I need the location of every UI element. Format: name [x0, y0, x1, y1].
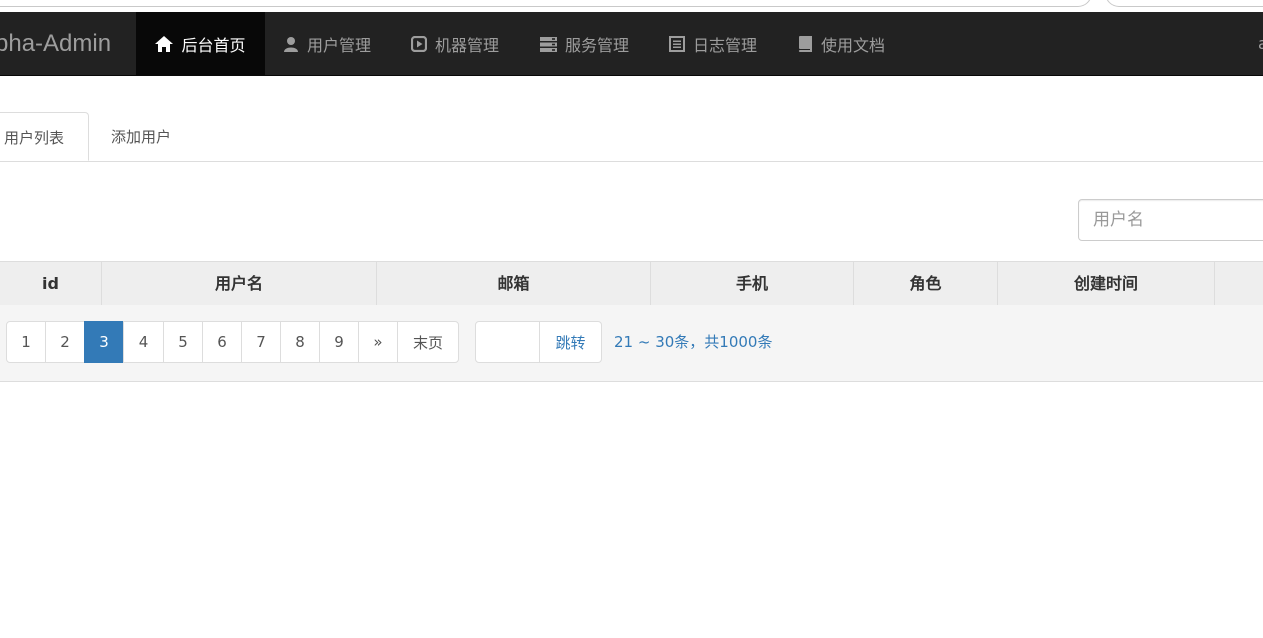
nav-item-machines[interactable]: 机器管理	[411, 12, 499, 75]
server-icon	[540, 36, 557, 52]
nav-item-logs[interactable]: 日志管理	[669, 12, 757, 75]
search-input[interactable]	[1078, 199, 1263, 241]
nav-item-users[interactable]: 用户管理	[283, 12, 371, 75]
nav-item-docs[interactable]: 使用文档	[798, 12, 885, 75]
column-header-email[interactable]: 邮箱	[377, 262, 651, 305]
next-page-button[interactable]: »	[358, 321, 398, 363]
browser-chrome-edge	[0, 0, 1263, 12]
book-icon	[798, 35, 812, 52]
page-button-6[interactable]: 6	[202, 321, 242, 363]
page-jump-group: 跳转	[475, 321, 602, 363]
page-button-5[interactable]: 5	[163, 321, 203, 363]
user-menu-trigger[interactable]: a	[1258, 12, 1263, 75]
page-button-8[interactable]: 8	[280, 321, 320, 363]
nav-item-services[interactable]: 服务管理	[540, 12, 629, 75]
table-footer: 1 2 3 4 5 6 7 8 9 » 末页 跳转 21 ~ 30条，共1000…	[0, 305, 1263, 382]
page-button-2[interactable]: 2	[45, 321, 85, 363]
column-header-phone[interactable]: 手机	[651, 262, 854, 305]
column-header-created-time[interactable]: 创建时间	[998, 262, 1215, 305]
column-header-username[interactable]: 用户名	[102, 262, 377, 305]
nav-item-label: 用户管理	[307, 35, 372, 55]
list-alt-icon	[669, 35, 685, 52]
page-jump-button[interactable]: 跳转	[540, 321, 602, 363]
brand-title[interactable]: pha-Admin	[0, 12, 111, 75]
tab-user-list[interactable]: 用户列表	[0, 112, 89, 161]
column-header-id[interactable]: id	[0, 262, 102, 305]
pagination-info: 21 ~ 30条，共1000条	[614, 333, 773, 351]
browser-tab-edge-2	[1105, 0, 1263, 7]
nav-item-label: 后台首页	[181, 35, 246, 55]
column-header-role[interactable]: 角色	[854, 262, 998, 305]
browser-tab-edge	[0, 0, 1092, 7]
page-button-7[interactable]: 7	[241, 321, 281, 363]
user-icon	[284, 36, 298, 52]
page-button-1[interactable]: 1	[6, 321, 46, 363]
nav-item-home[interactable]: 后台首页	[136, 12, 265, 75]
tab-add-user[interactable]: 添加用户	[111, 112, 171, 160]
column-header-actions	[1215, 262, 1263, 305]
pagination: 1 2 3 4 5 6 7 8 9 » 末页	[6, 321, 459, 363]
top-navbar: pha-Admin 后台首页 用户管理 机器管理 服务管理 日志管理 使用文档 …	[0, 12, 1263, 76]
play-box-icon	[411, 35, 427, 52]
page-button-4[interactable]: 4	[123, 321, 164, 363]
nav-item-label: 机器管理	[435, 35, 500, 55]
table-header: id 用户名 邮箱 手机 角色 创建时间	[0, 261, 1263, 306]
nav-item-label: 服务管理	[565, 35, 630, 55]
nav-item-label: 日志管理	[693, 35, 758, 55]
last-page-button[interactable]: 末页	[397, 321, 459, 363]
nav-item-label: 使用文档	[821, 35, 886, 55]
page-jump-input[interactable]	[475, 321, 540, 363]
tab-bar: 用户列表 添加用户	[0, 112, 1263, 162]
page-button-3-current[interactable]: 3	[84, 321, 124, 363]
page-button-9[interactable]: 9	[319, 321, 359, 363]
home-icon	[155, 35, 174, 52]
